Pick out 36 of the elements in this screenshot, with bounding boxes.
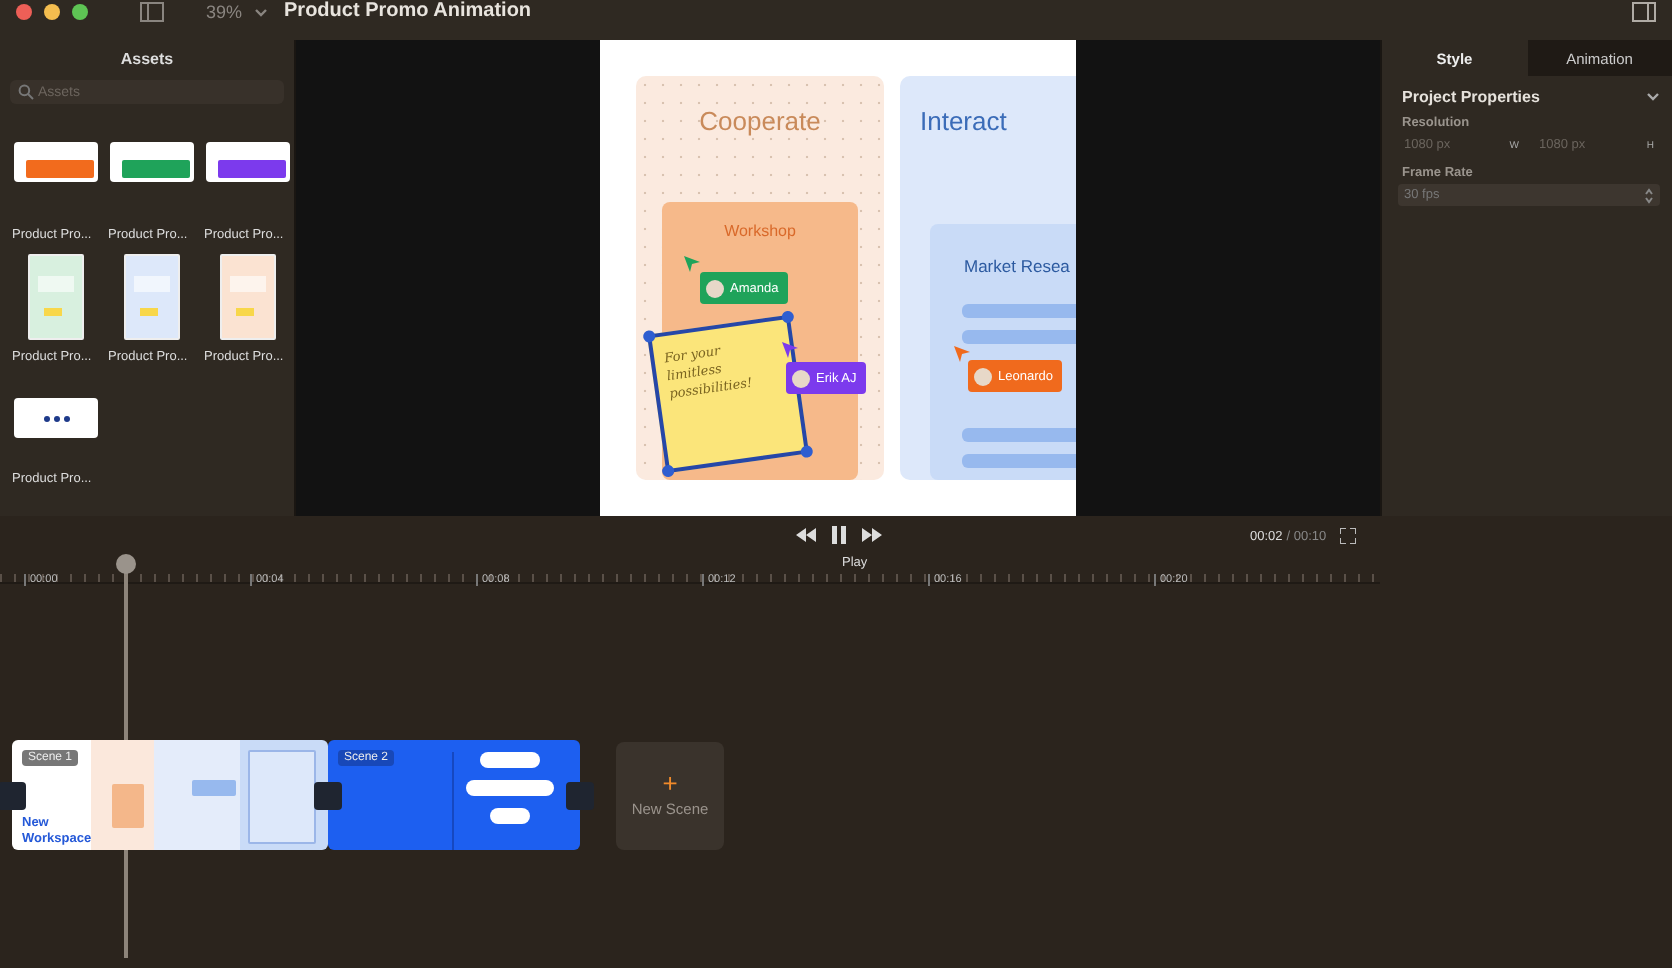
rewind-icon[interactable] xyxy=(796,528,816,542)
slide-thumbnail[interactable] xyxy=(220,253,276,339)
panel-heading: Market Resea xyxy=(964,256,1072,276)
list-bar xyxy=(962,454,1076,468)
list-bar xyxy=(962,428,1076,442)
list-bar xyxy=(962,304,1076,318)
panel-title: Assets xyxy=(118,50,176,68)
sidebar-icon[interactable] xyxy=(140,2,164,22)
tag-thumbnail[interactable] xyxy=(14,142,98,182)
chevron-down-icon[interactable] xyxy=(254,8,269,18)
minimize-icon[interactable] xyxy=(44,4,60,20)
section-title: Project Properties xyxy=(1402,88,1540,106)
panel-heading: Workshop xyxy=(722,222,798,240)
transition-icon[interactable] xyxy=(0,781,26,809)
fast-forward-icon[interactable] xyxy=(862,528,882,542)
list-bar xyxy=(962,330,1076,344)
search-icon xyxy=(18,84,34,100)
panel-icon[interactable] xyxy=(1632,2,1656,22)
chevron-down-icon[interactable] xyxy=(1646,92,1660,102)
cursor-icon xyxy=(954,346,970,362)
pause-icon[interactable] xyxy=(832,526,846,544)
card-title: Interact xyxy=(918,106,1009,136)
dots-thumbnail[interactable] xyxy=(14,398,98,438)
card-title: Cooperate xyxy=(697,106,823,136)
cursor-icon xyxy=(684,256,700,272)
slide-thumbnail[interactable] xyxy=(28,253,84,339)
maximize-icon[interactable] xyxy=(72,4,88,20)
slide-thumbnail[interactable] xyxy=(124,253,180,339)
window-title: Product Promo Animation xyxy=(284,2,532,22)
tag-thumbnail[interactable] xyxy=(110,142,194,182)
stepper-icon[interactable] xyxy=(1644,187,1654,203)
close-icon[interactable] xyxy=(16,4,32,20)
tag-thumbnail[interactable] xyxy=(206,142,290,182)
cursor-icon xyxy=(782,342,798,358)
fullscreen-icon[interactable] xyxy=(1340,528,1357,544)
zoom-level[interactable]: 39% xyxy=(206,2,243,22)
